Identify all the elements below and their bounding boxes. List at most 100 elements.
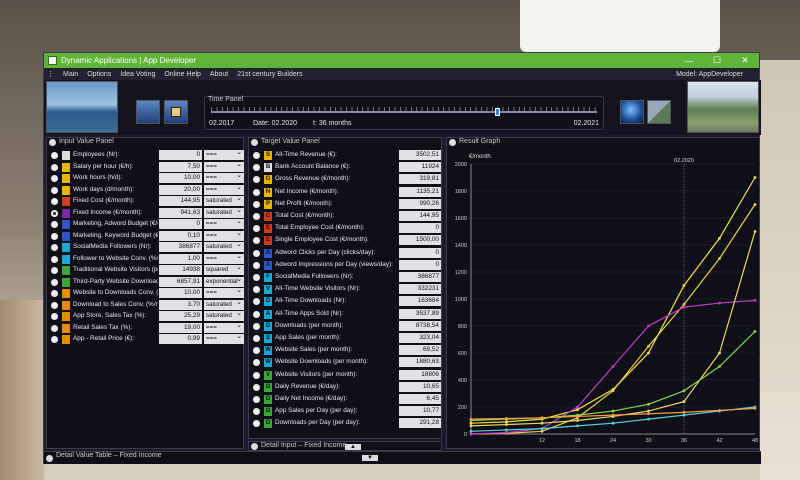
select-radio[interactable] (253, 274, 260, 281)
select-radio[interactable] (253, 310, 260, 318)
growth-mode-select[interactable]: === (204, 321, 244, 333)
select-radio[interactable] (51, 175, 58, 182)
select-radio[interactable] (51, 267, 58, 274)
select-radio[interactable] (253, 188, 260, 196)
select-radio[interactable] (51, 244, 58, 251)
select-radio[interactable] (51, 209, 58, 217)
view-button-2-icon[interactable] (164, 100, 188, 124)
title-bar[interactable]: Dynamic Applications | App Developer — ☐… (44, 53, 759, 68)
metric-badge-icon: A (264, 309, 272, 319)
select-radio[interactable] (51, 313, 58, 320)
growth-mode-select[interactable]: saturated (204, 206, 244, 218)
menu-item-21st-century-builders[interactable]: 21st century Builders (237, 71, 302, 78)
select-radio[interactable] (51, 290, 58, 297)
minimize-icon[interactable]: — (675, 56, 703, 66)
input-value-field[interactable]: 0 (159, 219, 202, 229)
select-radio[interactable] (253, 152, 260, 159)
select-radio[interactable] (253, 322, 260, 330)
growth-mode-select[interactable]: saturated (204, 240, 244, 252)
maximize-icon[interactable]: ☐ (703, 55, 731, 66)
input-value-field[interactable]: 941,63 (159, 207, 202, 218)
input-value-field[interactable]: 10,00 (159, 288, 202, 298)
menu-item-main[interactable]: Main (63, 71, 78, 78)
input-value-field[interactable]: 386877 (159, 242, 202, 252)
select-radio[interactable] (253, 408, 260, 416)
time-slider-track[interactable] (211, 111, 597, 113)
input-value-field[interactable]: 19,00 (159, 322, 202, 333)
growth-mode-select[interactable]: saturated (204, 309, 244, 321)
input-value-field[interactable]: 7,50 (159, 161, 202, 172)
growth-mode-select[interactable]: === (204, 148, 244, 160)
input-value-field[interactable]: 10,00 (159, 173, 202, 183)
select-radio[interactable] (253, 213, 260, 220)
select-radio[interactable] (51, 152, 58, 159)
menu-item-idea-voting[interactable]: Idea Voting (120, 71, 155, 78)
growth-mode-select[interactable]: === (204, 217, 244, 229)
select-radio[interactable] (51, 278, 58, 286)
globe-icon[interactable] (620, 100, 644, 124)
data-point (753, 406, 757, 410)
select-radio[interactable] (253, 359, 260, 367)
tiles-icon[interactable] (647, 100, 671, 124)
growth-mode-select[interactable]: === (204, 332, 244, 344)
select-radio[interactable] (253, 176, 260, 184)
select-radio[interactable] (253, 420, 260, 428)
input-value-field[interactable]: 0,10 (159, 230, 202, 241)
select-radio[interactable] (51, 336, 58, 343)
menu-item-online-help[interactable]: Online Help (164, 71, 201, 78)
input-value-field[interactable]: 0 (159, 150, 202, 160)
select-radio[interactable] (253, 396, 260, 403)
growth-mode-select[interactable]: saturated (204, 194, 244, 206)
growth-mode-select[interactable]: === (204, 229, 244, 241)
growth-mode-select[interactable]: saturated (204, 298, 244, 310)
select-radio[interactable] (253, 237, 260, 245)
app-window: Dynamic Applications | App Developer — ☐… (43, 52, 761, 464)
select-radio[interactable] (253, 347, 260, 355)
input-value-field[interactable]: 3,70 (159, 299, 202, 310)
select-radio[interactable] (253, 335, 260, 342)
select-radio[interactable] (51, 186, 58, 194)
select-radio[interactable] (253, 261, 260, 269)
growth-mode-select[interactable]: === (204, 286, 244, 298)
select-radio[interactable] (51, 301, 58, 309)
result-graph-chart[interactable]: €/month 0 200 400 600 800 1000 1200 1400 1600 1800… (447, 148, 759, 448)
select-radio[interactable] (51, 221, 58, 228)
time-slider-handle[interactable] (495, 108, 500, 116)
input-value-field[interactable]: 1,00 (159, 253, 202, 264)
growth-mode-select[interactable]: === (204, 252, 244, 264)
growth-mode-select[interactable]: === (204, 171, 244, 183)
menu-item-about[interactable]: About (210, 71, 228, 78)
category-color-icon (62, 266, 70, 275)
input-value-field[interactable]: 14938 (159, 265, 202, 275)
select-radio[interactable] (253, 298, 260, 306)
select-radio[interactable] (253, 200, 260, 208)
growth-mode-select[interactable]: exponential (204, 275, 244, 287)
expand-down-icon[interactable]: ▼ (362, 455, 378, 461)
menu-item-options[interactable]: Options (87, 71, 111, 78)
input-value-field[interactable]: 0,99 (159, 334, 202, 344)
select-radio[interactable] (253, 249, 260, 257)
select-radio[interactable] (51, 198, 58, 205)
select-radio[interactable] (51, 163, 58, 171)
input-value-field[interactable]: 144,95 (159, 196, 202, 206)
expand-up-icon[interactable]: ▲ (345, 444, 361, 450)
view-button-1-icon[interactable] (136, 100, 160, 124)
growth-mode-select[interactable]: squared (204, 263, 244, 275)
input-value-field[interactable]: 25,29 (159, 311, 202, 321)
select-radio[interactable] (253, 225, 260, 233)
input-value-field[interactable]: 20,00 (159, 184, 202, 195)
select-radio[interactable] (253, 383, 260, 391)
select-radio[interactable] (253, 164, 260, 172)
select-radio[interactable] (51, 232, 58, 240)
close-icon[interactable]: ✕ (731, 55, 759, 66)
data-point (682, 305, 686, 309)
select-radio[interactable] (51, 255, 58, 263)
input-value-field[interactable]: 6857,91 (159, 276, 202, 287)
growth-mode-select[interactable]: === (204, 183, 244, 195)
building-thumbnail[interactable] (687, 81, 759, 133)
growth-mode-select[interactable]: === (204, 160, 244, 172)
ocean-thumbnail[interactable] (46, 81, 118, 133)
select-radio[interactable] (51, 324, 58, 332)
select-radio[interactable] (253, 286, 260, 294)
select-radio[interactable] (253, 371, 260, 379)
